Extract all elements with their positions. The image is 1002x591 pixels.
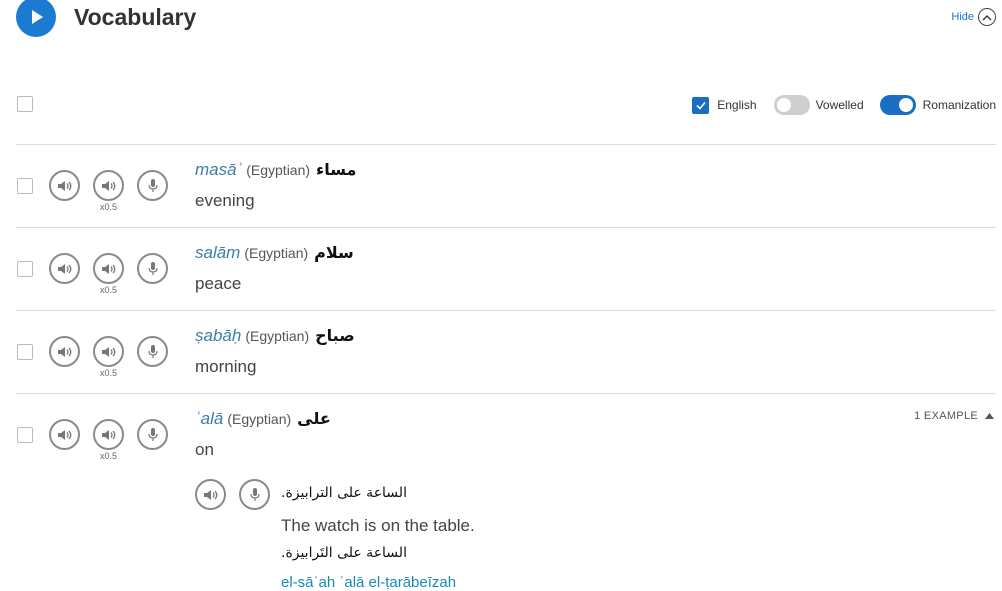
divider <box>16 227 996 228</box>
examples-count-label: 1 EXAMPLE <box>914 410 978 422</box>
english-meaning: evening <box>195 191 255 210</box>
microphone-icon <box>147 344 158 358</box>
english-checkbox[interactable] <box>692 96 710 114</box>
row-checkbox[interactable] <box>17 427 33 443</box>
play-audio-button[interactable] <box>49 253 80 284</box>
speaker-icon <box>101 429 115 440</box>
play-audio-button[interactable] <box>49 336 80 367</box>
romanization-text: salām <box>195 243 241 262</box>
examples-toggle[interactable]: 1 EXAMPLE <box>914 410 994 422</box>
vocab-term: ṣabāḥ (Egyptian) صباح <box>195 326 355 346</box>
example-arabic: الساعة على الترابيزة. <box>281 485 407 501</box>
play-audio-button[interactable] <box>49 170 80 201</box>
vocab-term: ʿalā (Egyptian) على <box>195 409 331 429</box>
example-record-button[interactable] <box>239 479 270 510</box>
speaker-icon <box>57 263 71 274</box>
romanization-text: masāʾ <box>195 160 243 179</box>
arabic-term: سلام <box>314 243 354 262</box>
speaker-icon <box>101 180 115 191</box>
slow-speed-label: x0.5 <box>100 451 118 461</box>
checkmark-icon <box>696 101 706 110</box>
speaker-icon <box>101 346 115 357</box>
dialect-label: (Egyptian) <box>246 162 311 178</box>
dialect-label: (Egyptian) <box>245 328 310 344</box>
play-icon <box>32 10 43 24</box>
divider <box>16 393 996 394</box>
speaker-icon <box>203 489 217 500</box>
vocabulary-header: Vocabulary Hide <box>0 0 1002 40</box>
speaker-icon <box>57 346 71 357</box>
microphone-icon <box>147 261 158 275</box>
play-all-button[interactable] <box>16 0 56 37</box>
play-slow-audio-button[interactable] <box>93 336 124 367</box>
slow-speed-label: x0.5 <box>100 285 118 295</box>
english-meaning: morning <box>195 357 257 376</box>
row-checkbox[interactable] <box>17 344 33 360</box>
chevron-up-icon <box>978 8 996 26</box>
speaker-icon <box>101 263 115 274</box>
microphone-icon <box>147 178 158 192</box>
page-title: Vocabulary <box>74 4 197 30</box>
example-romanization: el-sāʿah ʿalā el-ṭarābeīzah <box>281 574 457 591</box>
hide-label: Hide <box>951 11 974 23</box>
dialect-label: (Egyptian) <box>227 411 292 427</box>
record-button[interactable] <box>137 170 168 201</box>
vowelled-toggle[interactable] <box>773 95 810 115</box>
arabic-term: صباح <box>315 326 355 345</box>
romanization-text: ṣabāḥ <box>195 326 242 345</box>
record-button[interactable] <box>137 419 168 450</box>
select-all-checkbox[interactable] <box>17 96 33 112</box>
vocab-term: masāʾ (Egyptian) مساء <box>195 160 356 180</box>
romanization-label: Romanization <box>922 98 996 112</box>
example-play-audio-button[interactable] <box>195 479 226 510</box>
row-checkbox[interactable] <box>17 261 33 277</box>
play-slow-audio-button[interactable] <box>93 170 124 201</box>
english-meaning: peace <box>195 274 242 293</box>
slow-speed-label: x0.5 <box>100 202 118 212</box>
hide-button[interactable]: Hide <box>951 8 996 26</box>
arabic-term: على <box>297 409 331 428</box>
english-label: English <box>717 98 757 112</box>
romanization-toggle[interactable] <box>879 95 916 115</box>
caret-up-icon <box>985 413 994 419</box>
play-slow-audio-button[interactable] <box>93 253 124 284</box>
slow-speed-label: x0.5 <box>100 368 118 378</box>
example-english: The watch is on the table. <box>281 516 475 535</box>
speaker-icon <box>57 429 71 440</box>
play-slow-audio-button[interactable] <box>93 419 124 450</box>
play-audio-button[interactable] <box>49 419 80 450</box>
microphone-icon <box>147 427 158 441</box>
record-button[interactable] <box>137 253 168 284</box>
microphone-icon <box>249 487 260 501</box>
arabic-term: مساء <box>316 160 357 179</box>
divider <box>16 310 996 311</box>
record-button[interactable] <box>137 336 168 367</box>
vowelled-label: Vowelled <box>815 98 864 112</box>
row-checkbox[interactable] <box>17 178 33 194</box>
divider <box>16 144 996 145</box>
romanization-text: ʿalā <box>195 409 224 428</box>
speaker-icon <box>57 180 71 191</box>
display-options-toolbar: English Vowelled Romanization <box>692 94 996 116</box>
vocab-term: salām (Egyptian) سلام <box>195 243 354 263</box>
dialect-label: (Egyptian) <box>244 245 309 261</box>
example-arabic-vowelled: الساعة على التَرابيزة. <box>281 545 407 561</box>
english-meaning: on <box>195 440 214 459</box>
